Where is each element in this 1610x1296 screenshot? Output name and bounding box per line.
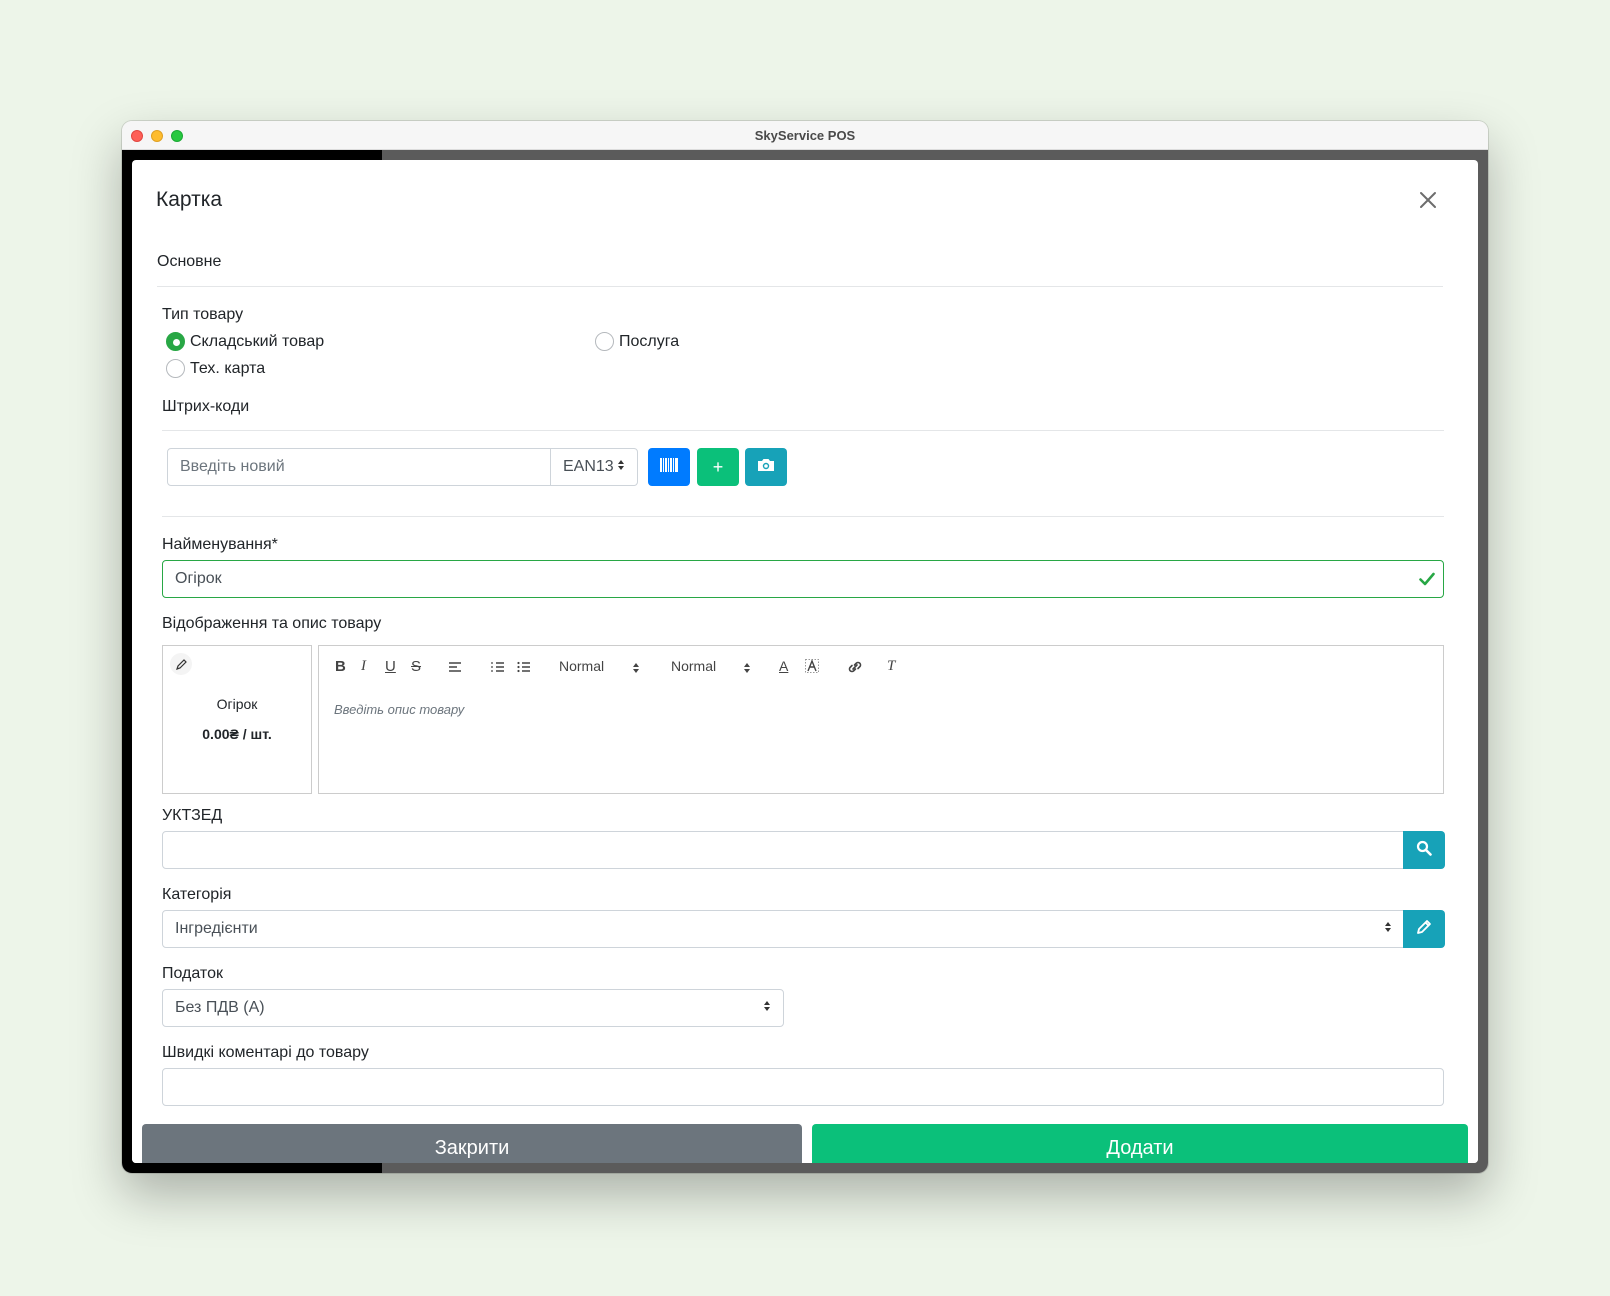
generate-barcode-button[interactable] [648, 448, 690, 486]
align-left-icon[interactable] [448, 660, 462, 677]
add-button[interactable]: Додати [812, 1124, 1468, 1163]
select-arrows-icon [1384, 920, 1392, 938]
uktzed-search-button[interactable] [1403, 831, 1445, 869]
barcodes-divider [162, 430, 1444, 431]
tax-select[interactable]: Без ПДВ (А) [162, 989, 784, 1027]
uktzed-input[interactable] [162, 831, 1405, 869]
valid-check-icon [1419, 572, 1435, 591]
description-label: Відображення та опис товару [162, 615, 382, 632]
clear-format-button[interactable]: T [887, 658, 895, 675]
ordered-list-icon[interactable] [491, 660, 505, 677]
camera-icon [757, 458, 775, 477]
radio-tech-card[interactable]: Тех. карта [166, 359, 265, 378]
select-arrows-icon [763, 999, 771, 1017]
editor-toolbar: B I U S Normal Normal A T [318, 645, 1444, 689]
preview-product-price: 0.00₴ / шт. [202, 726, 272, 742]
category-label: Категорія [162, 886, 232, 903]
name-input[interactable]: Огірок [162, 560, 1444, 598]
edit-category-button[interactable] [1403, 910, 1445, 948]
radio-warehouse-item-label: Складський товар [190, 332, 325, 350]
radio-unchecked-icon [595, 332, 614, 351]
search-icon [1416, 840, 1432, 861]
scan-barcode-button[interactable] [745, 448, 787, 486]
title-bar: SkyService POS [122, 121, 1488, 150]
bold-button[interactable]: B [335, 658, 346, 675]
barcodes-label: Штрих-коди [162, 398, 250, 415]
description-placeholder: Введіть опис товару [334, 702, 465, 717]
select-arrows-icon [617, 458, 625, 476]
tax-label: Податок [162, 965, 223, 982]
product-type-label: Тип товару [162, 306, 244, 323]
radio-tech-card-label: Тех. карта [190, 359, 266, 377]
pencil-icon [1416, 919, 1432, 940]
category-select[interactable]: Інгредієнти [162, 910, 1405, 948]
radio-unchecked-icon [166, 359, 185, 378]
barcode-type-value: EAN13 [563, 458, 614, 475]
radio-service-label: Послуга [619, 332, 680, 350]
category-value: Інгредієнти [175, 920, 258, 937]
select-arrows-icon [632, 661, 640, 678]
close-button[interactable]: Закрити [142, 1124, 802, 1163]
barcode-icon [660, 457, 678, 477]
background-color-icon[interactable] [805, 659, 819, 677]
product-preview-card[interactable]: Огірок 0.00₴ / шт. [162, 645, 312, 794]
plus-icon: + [712, 456, 724, 477]
italic-button[interactable]: I [361, 658, 366, 675]
header-select[interactable]: Normal [671, 658, 716, 674]
section-title: Основне [157, 253, 222, 270]
name-label: Найменування* [162, 536, 278, 553]
quick-comments-label: Швидкі коментарі до товару [162, 1044, 369, 1061]
section-divider [157, 286, 1443, 287]
window-title: SkyService POS [754, 128, 856, 143]
name-input-value: Огірок [175, 570, 222, 587]
bullet-list-icon[interactable] [517, 660, 531, 677]
select-arrows-icon [743, 661, 751, 678]
add-barcode-button[interactable]: + [697, 448, 739, 486]
close-icon[interactable] [1418, 190, 1438, 210]
radio-checked-icon [166, 332, 185, 351]
modal-title: Картка [156, 188, 223, 211]
underline-button[interactable]: U [385, 658, 396, 675]
edit-image-icon[interactable] [170, 653, 192, 675]
radio-service[interactable]: Послуга [595, 332, 679, 351]
text-color-button[interactable]: A [779, 658, 788, 674]
barcodes-bottom-divider [162, 516, 1444, 517]
description-editor[interactable]: Введіть опис товару [318, 688, 1444, 794]
quick-comments-input[interactable] [162, 1068, 1444, 1106]
preview-product-name: Огірок [216, 696, 258, 712]
uktzed-label: УКТЗЕД [162, 807, 223, 824]
app-window: SkyService POS Картка Основне Тип товару… [122, 121, 1488, 1173]
tax-value: Без ПДВ (А) [175, 999, 265, 1016]
link-icon[interactable] [847, 660, 863, 677]
product-card-modal: Картка Основне Тип товару Складський тов… [132, 160, 1478, 1163]
barcode-input[interactable]: Введіть новий [167, 448, 551, 486]
radio-warehouse-item[interactable]: Складський товар [166, 332, 324, 351]
strike-button[interactable]: S [411, 658, 421, 675]
barcode-type-select[interactable]: EAN13 [550, 448, 638, 486]
size-select[interactable]: Normal [559, 658, 604, 674]
